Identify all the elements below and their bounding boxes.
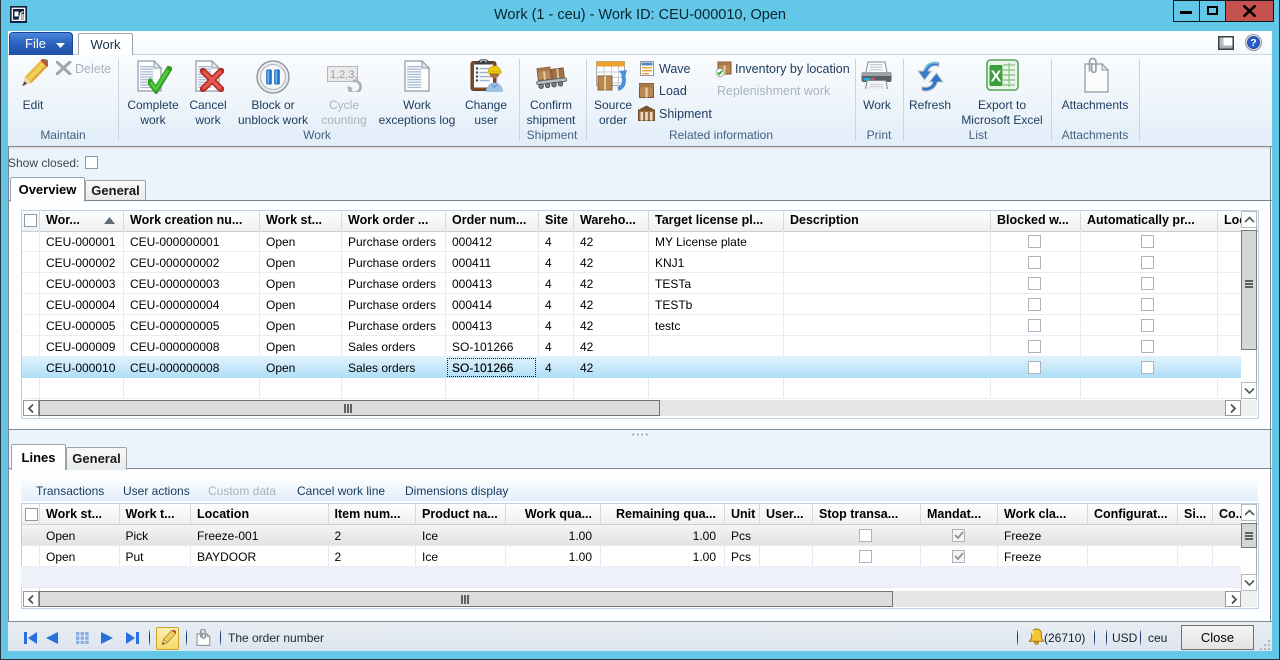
svg-text:?: ? <box>1250 37 1256 49</box>
svg-text:1,2,3,: 1,2,3, <box>330 69 358 81</box>
svg-text:X: X <box>991 69 1002 86</box>
